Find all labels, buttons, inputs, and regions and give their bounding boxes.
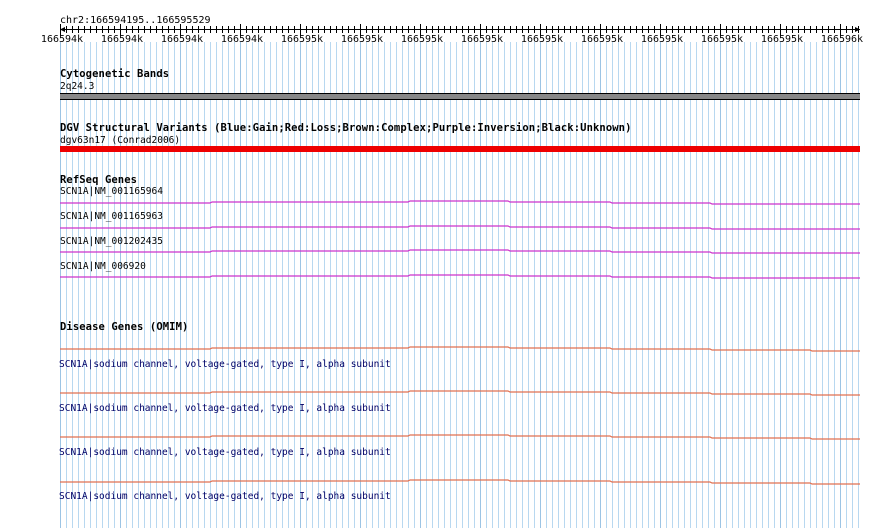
omim-gene-label: SCN1A|sodium channel, voltage-gated, typ… [59, 447, 391, 458]
ruler-tick-label: 166594k [220, 34, 264, 45]
ruler-tick-label: 166594k [40, 34, 84, 45]
omim-gene-label: SCN1A|sodium channel, voltage-gated, typ… [59, 491, 391, 502]
omim-gene-glyph [60, 346, 860, 352]
refseq-gene-glyph [60, 274, 860, 279]
refseq-gene-glyph [60, 249, 860, 254]
dgv-track-title: DGV Structural Variants (Blue:Gain;Red:L… [60, 122, 632, 134]
ruler-right-arrow-icon [855, 27, 860, 32]
refseq-gene-label: SCN1A|NM_006920 [60, 261, 146, 272]
ruler-tick-label: 166595k [520, 34, 564, 45]
omim-gene-glyph [60, 390, 860, 396]
ruler-tick-label: 166595k [400, 34, 444, 45]
ruler-tick-label: 166595k [760, 34, 804, 45]
ruler-tick-label: 166594k [160, 34, 204, 45]
omim-track-title: Disease Genes (OMIM) [60, 321, 189, 333]
ruler-tick-label: 166595k [460, 34, 504, 45]
omim-gene-glyph [60, 434, 860, 440]
ruler-tick-label: 166595k [640, 34, 684, 45]
cytoband-label: 2q24.3 [60, 81, 95, 92]
ruler-tick-label: 166595k [340, 34, 384, 45]
refseq-gene-glyph [60, 225, 860, 230]
refseq-track-title: RefSeq Genes [60, 174, 138, 186]
dgv-feature-label: dgv63n17 (Conrad2006) [60, 135, 181, 146]
cytoband-bar[interactable] [60, 93, 860, 100]
omim-gene-label: SCN1A|sodium channel, voltage-gated, typ… [59, 403, 391, 414]
refseq-gene-glyph [60, 200, 860, 205]
ruler-tick-label: 166596k [820, 34, 864, 45]
ruler-tick-label: 166595k [700, 34, 744, 45]
cytoband-track-title: Cytogenetic Bands [60, 68, 170, 80]
omim-gene-label: SCN1A|sodium channel, voltage-gated, typ… [59, 359, 391, 370]
ruler-tick-label: 166595k [280, 34, 324, 45]
ruler-tick-label: 166595k [580, 34, 624, 45]
dgv-feature-bar[interactable] [60, 146, 860, 152]
ruler-tick-label: 166594k [100, 34, 144, 45]
refseq-gene-label: SCN1A|NM_001165964 [60, 186, 163, 197]
refseq-gene-label: SCN1A|NM_001165963 [60, 211, 163, 222]
omim-gene-glyph [60, 479, 860, 485]
refseq-gene-label: SCN1A|NM_001202435 [60, 236, 163, 247]
